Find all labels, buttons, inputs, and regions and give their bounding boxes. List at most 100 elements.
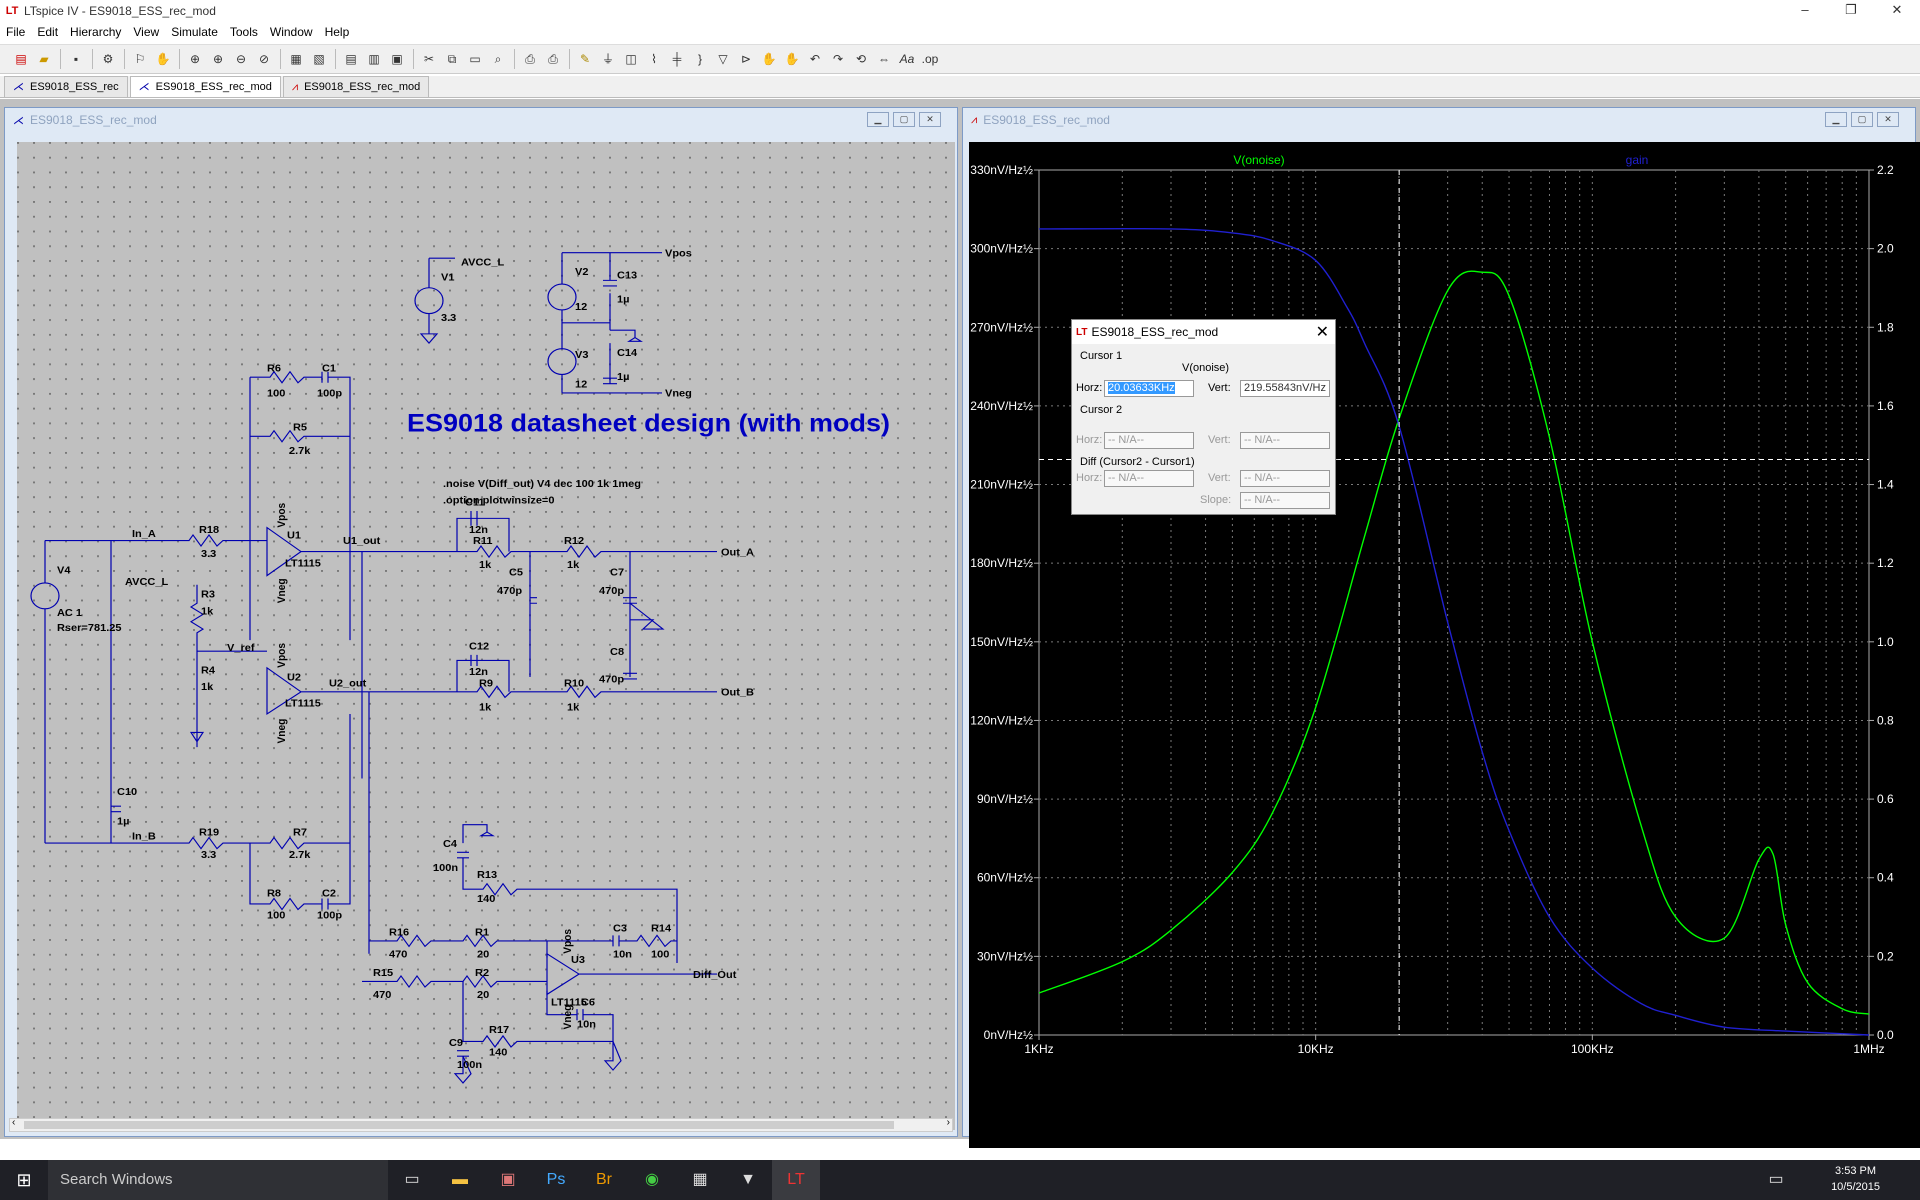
directive-noise[interactable]: .noise V(Diff_out) V4 dec 100 1k 1meg	[443, 478, 641, 490]
label-r7: R7	[293, 827, 307, 839]
label-r9-value: 1k	[479, 702, 491, 714]
plot-pane[interactable]: 330nV/Hz½ 2.2 300nV/Hz½ 2.0 270nV/Hz½ 1.8 240n…	[969, 142, 1920, 1148]
menu-file[interactable]: File	[0, 22, 31, 42]
inductor-icon[interactable]: }	[689, 48, 711, 70]
scroll-left-icon[interactable]: ‹	[12, 1117, 15, 1128]
tile-vertical-icon[interactable]: ▥	[363, 48, 385, 70]
restore-button[interactable]: ❐	[1828, 0, 1874, 22]
paste-icon[interactable]: ▭	[464, 48, 486, 70]
photos-icon[interactable]: ▣	[484, 1160, 532, 1200]
schematic-heading[interactable]: ES9018 datasheet design (with mods)	[407, 409, 890, 438]
maximize-button[interactable]: ▢	[893, 112, 915, 127]
redo-icon[interactable]: ↷	[827, 48, 849, 70]
text-icon[interactable]: Aa	[896, 48, 918, 70]
taskbar: ⊞ Search Windows ▭ ▬ ▣ Ps Br ◉ ▦ ▼ LT ▭ …	[0, 1160, 1920, 1200]
calculator-icon[interactable]: ▦	[676, 1160, 724, 1200]
scrollbar-thumb[interactable]	[24, 1121, 894, 1129]
diode-icon[interactable]: ▽	[712, 48, 734, 70]
menu-view[interactable]: View	[127, 22, 165, 42]
find-icon[interactable]: ⌕	[487, 48, 509, 70]
drag-icon[interactable]: ✋	[781, 48, 803, 70]
zoom-fit-icon[interactable]: ⊘	[253, 48, 275, 70]
label-c14-value: 1µ	[617, 371, 629, 383]
cursor2-horz-label: Horz:	[1076, 434, 1103, 446]
minimize-button[interactable]: ▁	[1825, 112, 1847, 127]
menu-edit[interactable]: Edit	[31, 22, 64, 42]
autorange-icon[interactable]: ▦	[285, 48, 307, 70]
move-icon[interactable]: ✋	[758, 48, 780, 70]
menu-hierarchy[interactable]: Hierarchy	[64, 22, 127, 42]
resistor-icon[interactable]: ⌇	[643, 48, 665, 70]
rotate-icon[interactable]: ⟲	[850, 48, 872, 70]
copy-icon[interactable]: ⧉	[441, 48, 463, 70]
minimize-button[interactable]: –	[1782, 0, 1828, 22]
print-setup-icon[interactable]: ⎙	[519, 48, 541, 70]
draw-wire-icon[interactable]: ✎	[574, 48, 596, 70]
component-icon[interactable]: ⊳	[735, 48, 757, 70]
print-icon[interactable]: ⎙	[542, 48, 564, 70]
action-center-icon[interactable]: ▭	[1752, 1160, 1800, 1200]
graph-icon[interactable]: ▧	[308, 48, 330, 70]
label-net-icon[interactable]: ◫	[620, 48, 642, 70]
app-fox-icon[interactable]: ▼	[724, 1160, 772, 1200]
mirror-icon[interactable]: ⇔	[873, 48, 895, 70]
menu-help[interactable]: Help	[319, 22, 356, 42]
halt-icon[interactable]: ✋	[152, 48, 174, 70]
tile-horizontal-icon[interactable]: ▤	[340, 48, 362, 70]
cut-icon[interactable]: ✂	[418, 48, 440, 70]
bridge-icon[interactable]: Br	[580, 1160, 628, 1200]
control-panel-icon[interactable]: ⚙	[97, 48, 119, 70]
horizontal-scrollbar[interactable]: ‹ ›	[9, 1117, 953, 1132]
toolbar-separator	[60, 49, 61, 69]
diff-vert-label: Vert:	[1208, 472, 1231, 484]
cursor1-horz-field[interactable]: 20.03633KHz	[1104, 380, 1194, 397]
system-clock[interactable]: 3:53 PM 10/5/2015	[1831, 1163, 1880, 1195]
label-r15: R15	[373, 967, 393, 979]
label-c12: C12	[469, 641, 489, 653]
new-schematic-icon[interactable]: ▤	[10, 48, 32, 70]
save-icon[interactable]: ▪	[65, 48, 87, 70]
menu-window[interactable]: Window	[264, 22, 319, 42]
task-view-icon[interactable]: ▭	[388, 1160, 436, 1200]
cursor2-vert-label: Vert:	[1208, 434, 1231, 446]
tab-schematic-mod[interactable]: ⋌ ES9018_ESS_rec_mod	[129, 76, 281, 97]
zoom-area-icon[interactable]: ⊕	[184, 48, 206, 70]
tab-waveform[interactable]: ⩘ ES9018_ESS_rec_mod	[282, 76, 430, 97]
menu-tools[interactable]: Tools	[224, 22, 264, 42]
close-button[interactable]: ✕	[1877, 112, 1899, 127]
zoom-out-icon[interactable]: ⊖	[230, 48, 252, 70]
chrome-icon[interactable]: ◉	[628, 1160, 676, 1200]
toolbar-separator	[569, 49, 570, 69]
schematic-canvas[interactable]: AVCC_L V1 3.3 V2 12 V3 12 C13 1µ C14 1µ …	[17, 142, 955, 1130]
ltspice-taskbar-icon[interactable]: LT	[772, 1160, 820, 1200]
label-u2: U2	[287, 672, 301, 684]
scroll-right-icon[interactable]: ›	[947, 1117, 950, 1128]
windows-start-icon[interactable]: ⊞	[0, 1160, 48, 1200]
tab-schematic-orig[interactable]: ⋌ ES9018_ESS_rec	[4, 76, 128, 97]
search-box[interactable]: Search Windows	[48, 1160, 388, 1200]
run-icon[interactable]: ⚐	[129, 48, 151, 70]
minimize-button[interactable]: ▁	[867, 112, 889, 127]
cascade-icon[interactable]: ▣	[386, 48, 408, 70]
directive-option[interactable]: .option plotwinsize=0	[443, 495, 555, 507]
cursor1-vert-field[interactable]: 219.55843nV/Hz	[1240, 380, 1330, 397]
zoom-in-icon[interactable]: ⊕	[207, 48, 229, 70]
open-folder-icon[interactable]: ▰	[33, 48, 55, 70]
ground-icon[interactable]: ⏚	[597, 48, 619, 70]
cursor-dialog-titlebar[interactable]: LT ES9018_ESS_rec_mod ✕	[1072, 320, 1335, 344]
label-u2-model: LT1115	[285, 698, 321, 710]
maximize-button[interactable]: ▢	[1851, 112, 1873, 127]
diff-horz-label: Horz:	[1076, 472, 1103, 484]
label-c10-value: 1µ	[117, 816, 129, 828]
menu-simulate[interactable]: Simulate	[165, 22, 224, 42]
capacitor-icon[interactable]: ╪	[666, 48, 688, 70]
y-tick-label: 0nV/Hz½	[984, 1028, 1033, 1042]
photoshop-icon[interactable]: Ps	[532, 1160, 580, 1200]
close-icon[interactable]: ✕	[1316, 322, 1329, 342]
undo-icon[interactable]: ↶	[804, 48, 826, 70]
document-tabs: ⋌ ES9018_ESS_rec ⋌ ES9018_ESS_rec_mod ⩘ ES9…	[0, 76, 1920, 98]
spice-directive-icon[interactable]: .op	[919, 48, 941, 70]
close-button[interactable]: ✕	[1874, 0, 1920, 22]
close-button[interactable]: ✕	[919, 112, 941, 127]
file-explorer-icon[interactable]: ▬	[436, 1160, 484, 1200]
